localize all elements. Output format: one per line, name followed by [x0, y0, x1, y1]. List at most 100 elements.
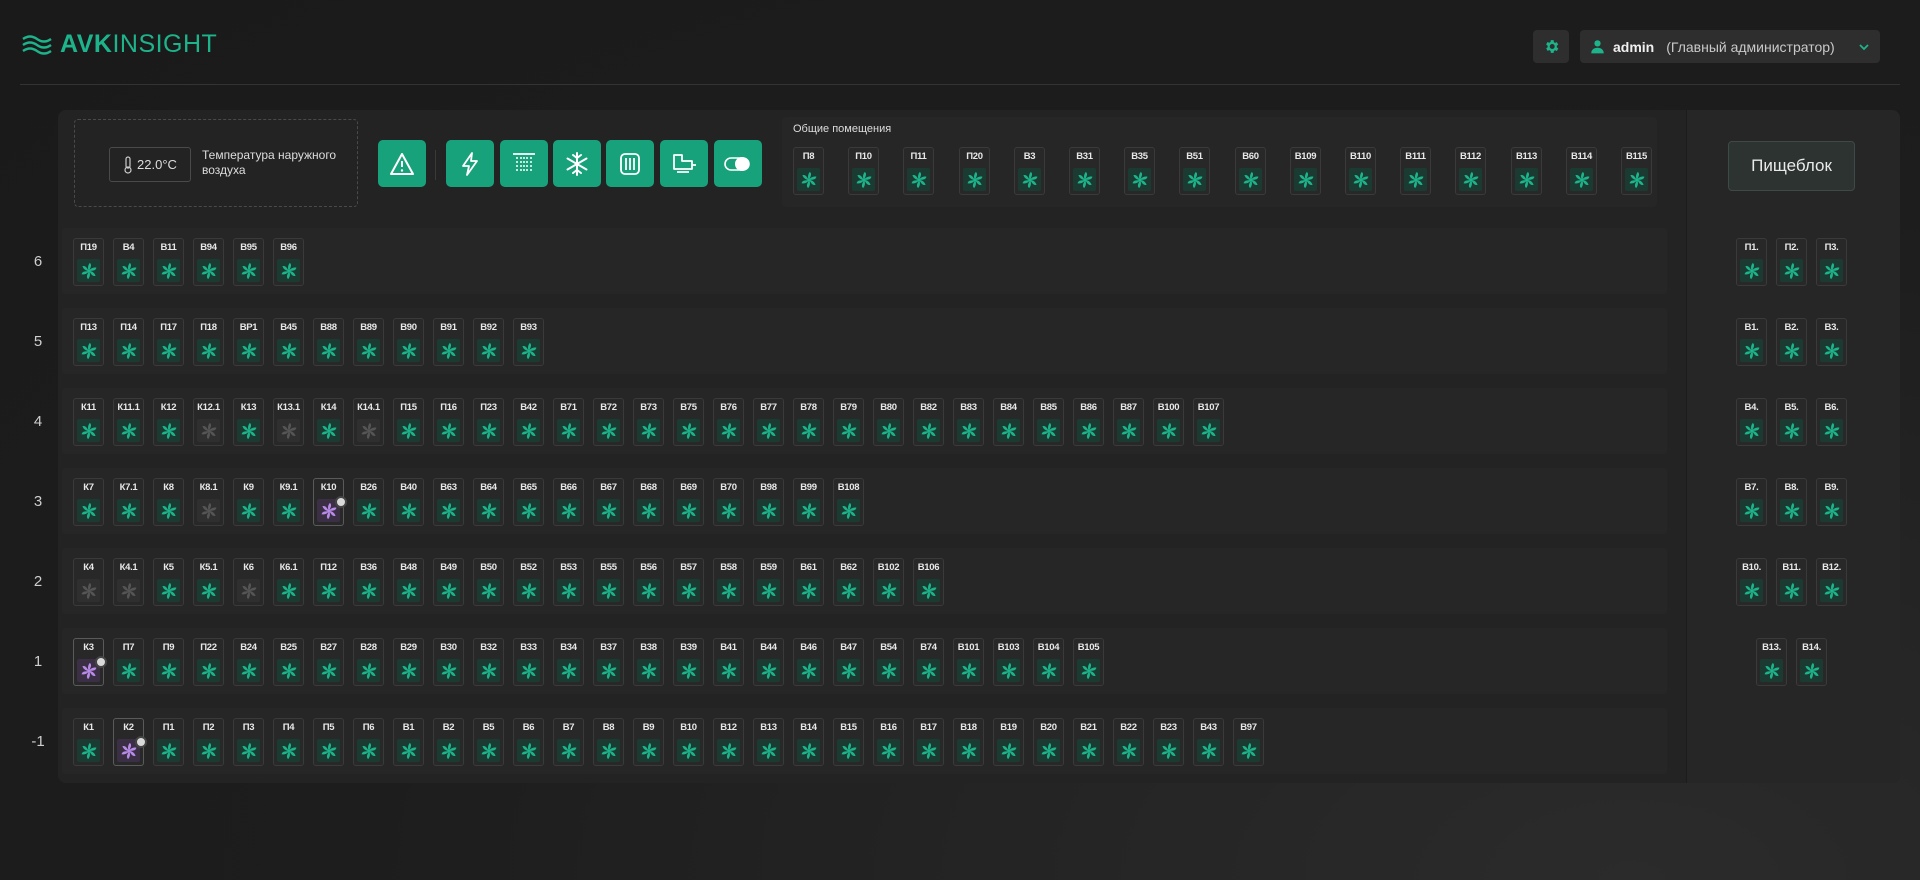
unit-tile[interactable]: К11: [73, 398, 104, 446]
unit-tile[interactable]: В72: [593, 398, 624, 446]
unit-tile[interactable]: В22: [1113, 718, 1144, 766]
unit-tile[interactable]: В30: [433, 638, 464, 686]
unit-tile[interactable]: В102: [873, 558, 904, 606]
unit-tile[interactable]: В86: [1073, 398, 1104, 446]
unit-tile[interactable]: В74: [913, 638, 944, 686]
unit-tile[interactable]: В61: [793, 558, 824, 606]
unit-tile[interactable]: К5.1: [193, 558, 224, 606]
unit-tile[interactable]: В93: [513, 318, 544, 366]
unit-tile[interactable]: В34: [553, 638, 584, 686]
unit-tile[interactable]: В80: [873, 398, 904, 446]
settings-button[interactable]: [1533, 30, 1569, 63]
unit-tile[interactable]: В90: [393, 318, 424, 366]
unit-tile[interactable]: В7: [553, 718, 584, 766]
unit-tile[interactable]: К12.1: [193, 398, 224, 446]
unit-tile[interactable]: В21: [1073, 718, 1104, 766]
unit-tile[interactable]: К13: [233, 398, 264, 446]
unit-tile[interactable]: В5.: [1776, 398, 1807, 446]
unit-tile[interactable]: П17: [153, 318, 184, 366]
unit-tile[interactable]: В8.: [1776, 478, 1807, 526]
unit-tile[interactable]: В37: [593, 638, 624, 686]
unit-tile[interactable]: В52: [513, 558, 544, 606]
unit-tile[interactable]: В6: [513, 718, 544, 766]
unit-tile[interactable]: В113: [1511, 147, 1542, 195]
unit-tile[interactable]: В54: [873, 638, 904, 686]
unit-tile[interactable]: В92: [473, 318, 504, 366]
unit-tile[interactable]: К4.1: [113, 558, 144, 606]
unit-tile[interactable]: К9: [233, 478, 264, 526]
unit-tile[interactable]: В101: [953, 638, 984, 686]
unit-tile[interactable]: В48: [393, 558, 424, 606]
unit-tile[interactable]: В94: [193, 238, 224, 286]
unit-tile[interactable]: В8: [593, 718, 624, 766]
cooling-button[interactable]: [553, 140, 601, 187]
unit-tile[interactable]: В45: [273, 318, 304, 366]
ventilation-button[interactable]: [500, 140, 548, 187]
unit-tile[interactable]: В100: [1153, 398, 1184, 446]
unit-tile[interactable]: В49: [433, 558, 464, 606]
unit-tile[interactable]: П15: [393, 398, 424, 446]
unit-tile[interactable]: В15: [833, 718, 864, 766]
unit-tile[interactable]: В111: [1400, 147, 1431, 195]
unit-tile[interactable]: К6.1: [273, 558, 304, 606]
unit-tile[interactable]: В16: [873, 718, 904, 766]
unit-tile[interactable]: В114: [1566, 147, 1597, 195]
unit-tile[interactable]: П3.: [1816, 238, 1847, 286]
unit-tile[interactable]: В64: [473, 478, 504, 526]
unit-tile[interactable]: В98: [753, 478, 784, 526]
unit-tile[interactable]: В14.: [1796, 638, 1827, 686]
unit-tile[interactable]: П9: [153, 638, 184, 686]
unit-tile[interactable]: В44: [753, 638, 784, 686]
unit-tile[interactable]: В12.: [1816, 558, 1847, 606]
unit-tile[interactable]: К14: [313, 398, 344, 446]
unit-tile[interactable]: П12: [313, 558, 344, 606]
unit-tile[interactable]: В28: [353, 638, 384, 686]
unit-tile[interactable]: В46: [793, 638, 824, 686]
unit-tile[interactable]: В20: [1033, 718, 1064, 766]
unit-tile[interactable]: К12: [153, 398, 184, 446]
unit-tile[interactable]: П2: [193, 718, 224, 766]
unit-tile[interactable]: П8: [793, 147, 824, 195]
unit-tile[interactable]: П10: [848, 147, 879, 195]
unit-tile[interactable]: В66: [553, 478, 584, 526]
unit-tile[interactable]: В40: [393, 478, 424, 526]
unit-tile[interactable]: В3: [1014, 147, 1045, 195]
unit-tile[interactable]: В78: [793, 398, 824, 446]
unit-tile[interactable]: В1.: [1736, 318, 1767, 366]
unit-tile[interactable]: В82: [913, 398, 944, 446]
unit-tile[interactable]: П7: [113, 638, 144, 686]
unit-tile[interactable]: В87: [1113, 398, 1144, 446]
unit-tile[interactable]: В95: [233, 238, 264, 286]
unit-tile[interactable]: В59: [753, 558, 784, 606]
unit-tile[interactable]: В107: [1193, 398, 1224, 446]
unit-tile[interactable]: В36: [353, 558, 384, 606]
unit-tile[interactable]: В67: [593, 478, 624, 526]
unit-tile[interactable]: К11.1: [113, 398, 144, 446]
unit-tile[interactable]: К6: [233, 558, 264, 606]
unit-tile[interactable]: В85: [1033, 398, 1064, 446]
unit-tile[interactable]: В35: [1124, 147, 1155, 195]
unit-tile[interactable]: В68: [633, 478, 664, 526]
unit-tile[interactable]: В4: [113, 238, 144, 286]
unit-tile[interactable]: В77: [753, 398, 784, 446]
unit-tile[interactable]: В88: [313, 318, 344, 366]
unit-tile[interactable]: В60: [1235, 147, 1266, 195]
unit-tile[interactable]: К10: [313, 478, 347, 526]
unit-tile[interactable]: В18: [953, 718, 984, 766]
unit-tile[interactable]: К4: [73, 558, 104, 606]
unit-tile[interactable]: В1: [393, 718, 424, 766]
unit-tile[interactable]: В103: [993, 638, 1024, 686]
unit-tile[interactable]: В89: [353, 318, 384, 366]
unit-tile[interactable]: К2: [113, 718, 147, 766]
unit-tile[interactable]: В58: [713, 558, 744, 606]
unit-tile[interactable]: В33: [513, 638, 544, 686]
unit-tile[interactable]: В104: [1033, 638, 1064, 686]
unit-tile[interactable]: В10: [673, 718, 704, 766]
unit-tile[interactable]: К8: [153, 478, 184, 526]
unit-tile[interactable]: В41: [713, 638, 744, 686]
unit-tile[interactable]: В55: [593, 558, 624, 606]
heating-button[interactable]: [606, 140, 654, 187]
user-menu[interactable]: admin (Главный администратор): [1580, 30, 1880, 63]
unit-tile[interactable]: В47: [833, 638, 864, 686]
unit-tile[interactable]: К13.1: [273, 398, 304, 446]
